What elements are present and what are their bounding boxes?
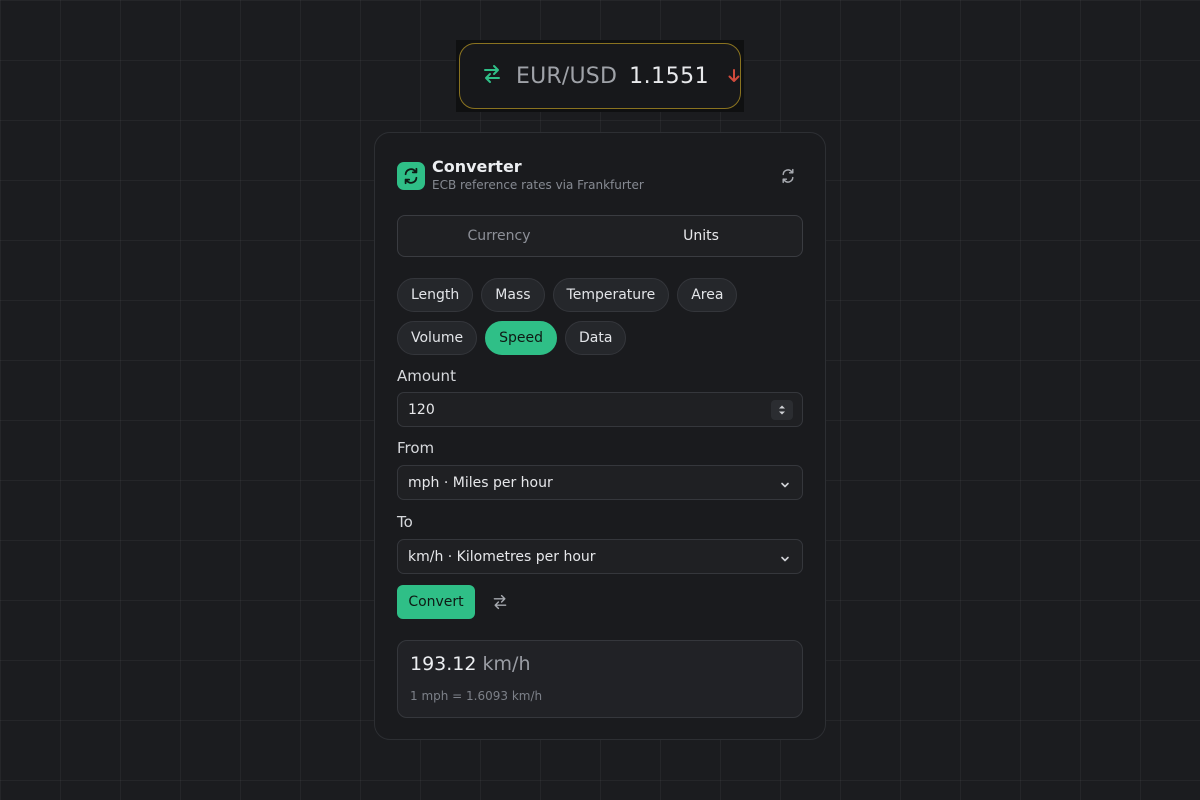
chevron-down-icon [780,478,790,488]
card-header: Converter ECB reference rates via Frankf… [397,157,803,195]
chip-volume[interactable]: Volume [397,321,478,355]
chip-mass[interactable]: Mass [481,278,545,312]
result-value: 193.12 km/h [410,653,531,675]
ticker-container: EUR/USD 1.1551 [456,40,744,112]
to-label: To [397,513,413,531]
chip-speed[interactable]: Speed [485,321,557,355]
to-select[interactable]: km/h · Kilometres per hour [397,539,803,574]
result-unit: km/h [482,653,531,675]
tab-currency[interactable]: Currency [398,216,600,256]
card-title: Converter [432,157,522,176]
converter-logo-icon [397,162,425,190]
chip-temperature[interactable]: Temperature [552,278,670,312]
ticker-rate: 1.1551 [629,63,710,89]
from-select-value: mph · Miles per hour [408,474,553,491]
amount-field [397,392,803,427]
refresh-icon[interactable] [777,165,799,187]
chip-area[interactable]: Area [677,278,738,312]
converter-card: Converter ECB reference rates via Frankf… [374,132,826,740]
result-panel: 193.12 km/h 1 mph = 1.6093 km/h [397,640,803,718]
card-subtitle: ECB reference rates via Frankfurter [432,178,644,192]
swap-units-icon[interactable] [491,593,509,611]
mode-tabs: Currency Units [397,215,803,257]
category-chips: Length Mass Temperature Area Volume Spee… [397,278,807,364]
amount-input[interactable] [408,401,748,418]
rate-ticker: EUR/USD 1.1551 [459,43,741,109]
chevron-down-icon [780,552,790,562]
chip-data[interactable]: Data [564,321,627,355]
from-label: From [397,439,435,457]
from-select[interactable]: mph · Miles per hour [397,465,803,500]
convert-button[interactable]: Convert [397,585,475,619]
amount-stepper[interactable] [771,400,793,420]
result-number: 193.12 [410,653,477,675]
arrow-down-icon [727,68,741,84]
result-rate-note: 1 mph = 1.6093 km/h [410,689,543,703]
tab-units[interactable]: Units [600,216,802,256]
ticker-pair: EUR/USD [516,63,618,89]
chip-length[interactable]: Length [397,278,474,312]
to-select-value: km/h · Kilometres per hour [408,548,596,565]
amount-label: Amount [397,367,456,385]
swap-arrows-icon [482,64,502,89]
